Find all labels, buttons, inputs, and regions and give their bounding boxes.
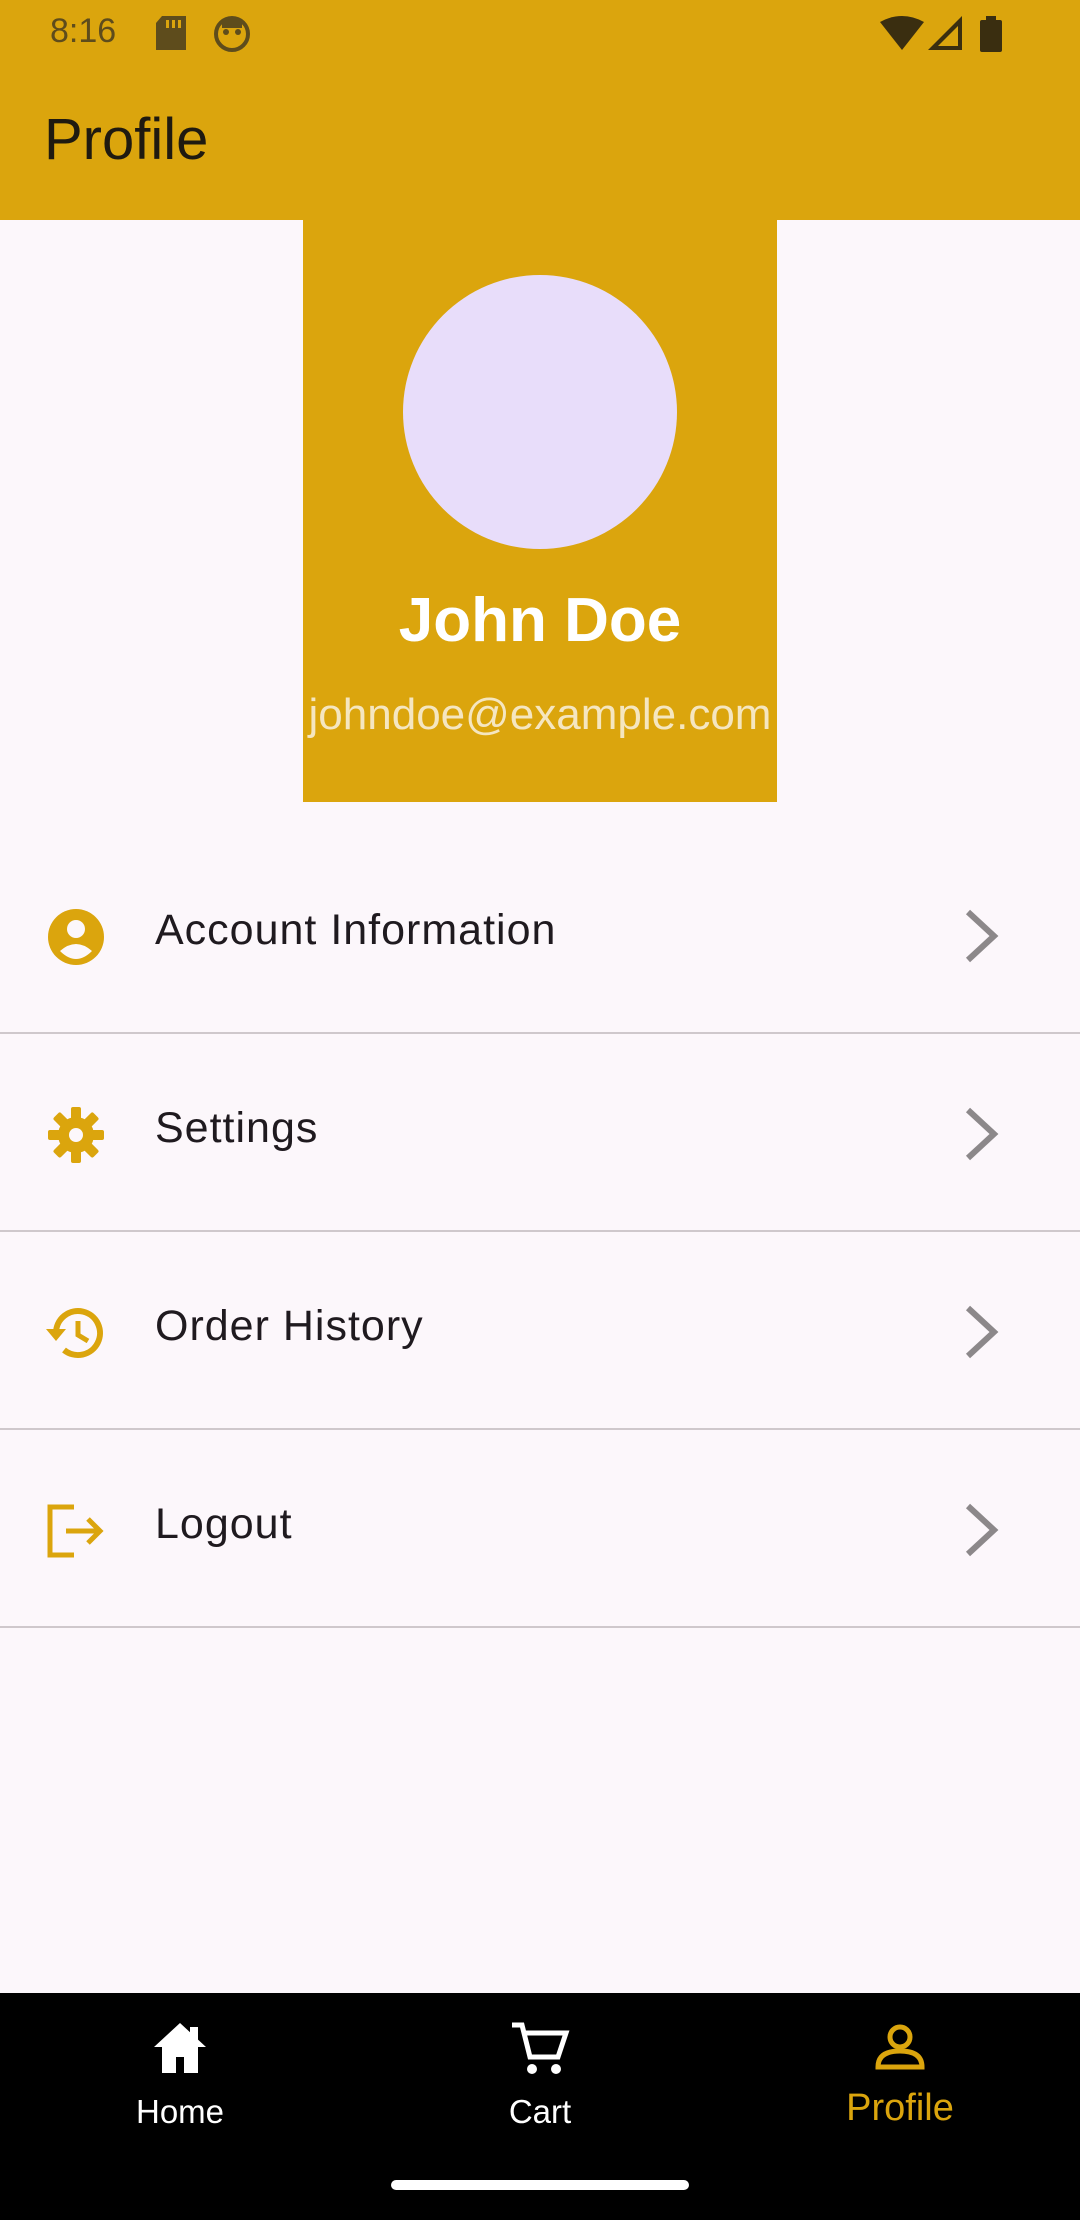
profile-header-card: John Doe johndoe@example.com <box>303 220 777 802</box>
battery-icon <box>980 16 1002 52</box>
nav-label-profile: Profile <box>846 2087 954 2129</box>
person-icon <box>875 2024 925 2070</box>
wifi-icon <box>880 16 924 50</box>
status-bar: 8:16 <box>0 0 1080 66</box>
home-indicator[interactable] <box>391 2180 689 2190</box>
signal-icon <box>928 16 962 50</box>
menu-item-logout[interactable]: Logout <box>0 1430 1080 1628</box>
chevron-right-icon <box>965 909 999 963</box>
nav-label-cart: Cart <box>508 2093 572 2130</box>
home-icon <box>154 2023 206 2073</box>
status-time: 8:16 <box>50 12 117 50</box>
chevron-right-icon <box>965 1305 999 1359</box>
cart-icon <box>512 2022 570 2074</box>
nav-item-profile[interactable]: Profile <box>720 1993 1080 2173</box>
chevron-right-icon <box>965 1107 999 1161</box>
user-email: johndoe@example.com <box>308 690 772 739</box>
menu-item-account-information[interactable]: Account Information <box>0 836 1080 1034</box>
menu-item-settings[interactable]: Settings <box>0 1034 1080 1232</box>
history-icon <box>46 1308 103 1359</box>
face-icon <box>214 16 250 52</box>
nav-item-home[interactable]: Home <box>0 1993 360 2173</box>
sd-card-icon <box>156 16 186 50</box>
logout-icon <box>47 1504 104 1558</box>
menu-item-label: Account Information <box>155 906 557 954</box>
page-title: Profile <box>44 107 209 172</box>
chevron-right-icon <box>965 1503 999 1557</box>
gear-icon <box>48 1107 104 1163</box>
nav-label-home: Home <box>135 2093 225 2130</box>
profile-menu-list: Account Information Settings Order Histo… <box>0 836 1080 1628</box>
avatar[interactable] <box>403 275 677 549</box>
nav-item-cart[interactable]: Cart <box>360 1993 720 2173</box>
user-name: John Doe <box>398 586 682 655</box>
app-bar: Profile <box>0 66 1080 220</box>
account-circle-icon <box>48 909 104 965</box>
menu-item-label: Order History <box>155 1302 424 1350</box>
menu-item-label: Settings <box>155 1104 319 1152</box>
menu-item-label: Logout <box>155 1500 293 1548</box>
menu-item-order-history[interactable]: Order History <box>0 1232 1080 1430</box>
